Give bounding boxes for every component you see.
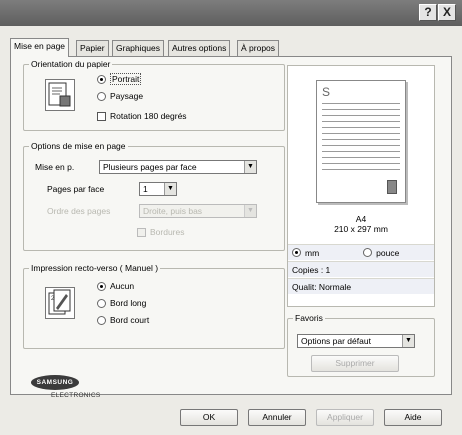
chevron-down-icon: ▼ — [164, 183, 176, 195]
duplex-none-radio-dot — [97, 281, 106, 291]
tab-autres-options[interactable]: Autres options — [168, 40, 231, 56]
portrait-radio-dot — [97, 74, 106, 84]
portrait-radio[interactable]: Portrait — [97, 73, 142, 85]
help-dialog-button[interactable]: Aide — [384, 409, 442, 426]
unit-mm-label: mm — [305, 247, 320, 258]
duplex-long-edge-radio-dot — [97, 298, 106, 308]
layout-type-value: Plusieurs pages par face — [103, 162, 197, 172]
landscape-radio[interactable]: Paysage — [97, 91, 143, 101]
help-button[interactable]: ? — [419, 4, 437, 21]
unit-inch-radio-dot — [363, 248, 373, 257]
duplex-short-edge-label: Bord court — [110, 315, 150, 325]
quality-row: Qualit: Normale — [288, 278, 434, 294]
layout-type-select[interactable]: Plusieurs pages par face ▼ — [99, 160, 257, 174]
layout-options-title: Options de mise en page — [29, 141, 128, 151]
rotate-180-label: Rotation 180 degrés — [110, 111, 187, 121]
paper-size: A4 — [355, 214, 367, 224]
cancel-button[interactable]: Annuler — [248, 409, 306, 426]
page-preview-panel: S A4 210 x 297 mm mm pouce Copies: 1 Qu… — [287, 65, 435, 307]
preview-text-lines — [322, 103, 400, 175]
borders-checkbox[interactable]: Bordures — [137, 227, 185, 237]
pages-per-side-label: Pages par face — [47, 184, 105, 194]
duplex-none-radio[interactable]: Aucun — [97, 281, 134, 291]
samsung-logo-oval: SAMSUNG — [31, 375, 79, 390]
delete-favorite-button[interactable]: Supprimer — [311, 355, 399, 372]
favorites-title: Favoris — [293, 313, 325, 323]
landscape-label: Paysage — [110, 91, 144, 101]
close-button[interactable]: X — [438, 4, 456, 21]
preview-image-block — [387, 180, 397, 194]
rotate-180-checkbox[interactable]: Rotation 180 degrés — [97, 111, 187, 121]
favorites-select[interactable]: Options par défaut ▼ — [297, 334, 415, 348]
unit-inch-label: pouce — [376, 247, 400, 258]
duplex-page-icon: 2 — [45, 287, 75, 319]
duplex-short-edge-radio[interactable]: Bord court — [97, 315, 149, 325]
page-order-label: Ordre des pages — [47, 206, 111, 216]
layout-type-label: Mise en p. — [35, 162, 75, 172]
borders-label: Bordures — [150, 227, 185, 237]
pages-per-side-select[interactable]: 1 ▼ — [139, 182, 177, 196]
apply-button[interactable]: Appliquer — [316, 409, 374, 426]
duplex-none-label: Aucun — [110, 281, 135, 291]
tab-a-propos[interactable]: À propos — [237, 40, 280, 56]
samsung-logo-subtitle: ELECTRONICS — [51, 392, 101, 399]
pages-per-side-value: 1 — [143, 184, 148, 194]
tab-panel: Orientation du papier Portrait Paysage R… — [10, 56, 452, 399]
title-bar: ? X — [0, 0, 462, 26]
chevron-down-icon: ▼ — [244, 161, 256, 173]
chevron-down-icon: ▼ — [244, 205, 256, 217]
copies-row: Copies : 1 — [288, 261, 434, 277]
duplex-short-edge-radio-dot — [97, 315, 106, 325]
unit-mm-radio[interactable]: mm — [292, 245, 319, 261]
duplex-long-edge-radio[interactable]: Bord long — [97, 298, 146, 308]
rotate-180-box — [97, 111, 106, 121]
borders-box — [137, 227, 146, 237]
unit-inch-radio[interactable]: pouce — [363, 245, 399, 261]
preview-paper-info: A4 210 x 297 mm — [288, 214, 434, 234]
duplex-title: Impression recto-verso ( Manuel ) — [29, 263, 161, 273]
portrait-page-icon — [45, 79, 75, 111]
orientation-title: Orientation du papier — [29, 59, 113, 69]
samsung-logo: SAMSUNG ELECTRONICS — [31, 375, 141, 401]
preview-page: S — [316, 80, 406, 203]
preview-page-letter: S — [322, 85, 331, 99]
page-order-value: Droite, puis bas — [143, 206, 203, 216]
ok-button[interactable]: OK — [180, 409, 238, 426]
page-order-select[interactable]: Droite, puis bas ▼ — [139, 204, 257, 218]
unit-mm-radio-dot — [292, 248, 301, 257]
favorites-value: Options par défaut — [301, 336, 371, 346]
tab-mise-en-page[interactable]: Mise en page — [10, 38, 70, 57]
tab-papier[interactable]: Papier — [76, 40, 109, 56]
chevron-down-icon: ▼ — [402, 335, 414, 347]
portrait-label: Portrait — [110, 73, 142, 85]
landscape-radio-dot — [97, 91, 106, 101]
paper-dimensions: 210 x 297 mm — [334, 224, 388, 234]
unit-row: mm pouce — [288, 244, 434, 260]
duplex-long-edge-label: Bord long — [110, 298, 147, 308]
printer-properties-dialog: Mise en page Papier Graphiques Autres op… — [0, 26, 462, 435]
tab-graphiques[interactable]: Graphiques — [112, 40, 164, 56]
